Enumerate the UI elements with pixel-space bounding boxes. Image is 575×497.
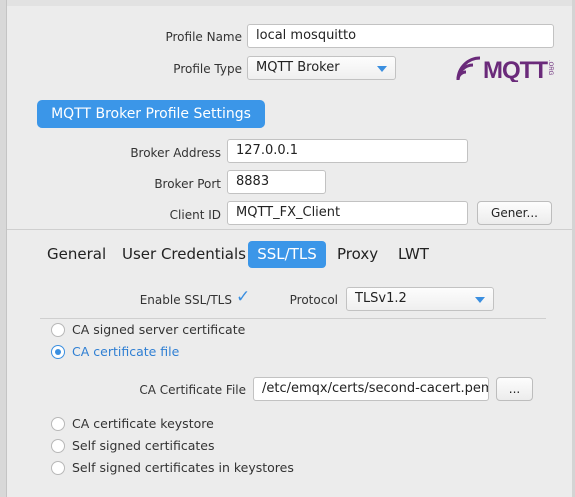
broker-port-input[interactable]: 8883	[227, 170, 326, 194]
broker-address-input[interactable]: 127.0.0.1	[227, 139, 468, 163]
divider	[40, 318, 546, 319]
radio-self-signed-certificates[interactable]	[51, 439, 65, 453]
profile-name-input[interactable]: local mosquitto	[247, 24, 554, 48]
chevron-down-icon	[377, 66, 387, 72]
mqtt-logo: MQTT .ORG	[456, 56, 553, 82]
profile-type-label: Profile Type	[173, 62, 242, 76]
radio-ca-certificate-keystore[interactable]	[51, 417, 65, 431]
client-id-input[interactable]: MQTT_FX_Client	[227, 201, 468, 225]
radio-label: CA certificate keystore	[72, 416, 214, 431]
profile-type-select[interactable]: MQTT Broker	[247, 56, 396, 80]
radio-ca-signed-server[interactable]	[51, 323, 65, 337]
tab-proxy[interactable]: Proxy	[337, 241, 378, 268]
radio-label: CA certificate file	[72, 344, 180, 359]
protocol-label: Protocol	[289, 293, 338, 307]
browse-button[interactable]: ...	[496, 377, 533, 401]
protocol-value: TLSv1.2	[355, 291, 407, 306]
chevron-down-icon	[475, 297, 485, 303]
tab-lwt[interactable]: LWT	[398, 241, 429, 268]
logo-text: MQTT	[483, 57, 548, 82]
divider	[7, 229, 572, 230]
enable-ssl-label: Enable SSL/TLS	[139, 293, 232, 307]
window-left-edge	[0, 0, 7, 497]
radio-self-signed-keystores[interactable]	[51, 461, 65, 475]
radio-label: Self signed certificates	[72, 438, 215, 453]
ca-certificate-file-label: CA Certificate File	[139, 383, 246, 397]
profile-type-value: MQTT Broker	[256, 60, 340, 75]
broker-port-label: Broker Port	[154, 177, 221, 191]
logo-subtext: .ORG	[547, 60, 553, 76]
radio-label: Self signed certificates in keystores	[72, 460, 294, 475]
window-top-edge	[0, 0, 575, 6]
ca-certificate-file-input[interactable]: /etc/emqx/certs/second-cacert.pem	[253, 377, 489, 401]
client-id-label: Client ID	[169, 208, 221, 222]
tab-ssl-tls[interactable]: SSL/TLS	[248, 241, 326, 268]
profile-name-label: Profile Name	[165, 30, 242, 44]
radio-label: CA signed server certificate	[72, 322, 246, 337]
protocol-select[interactable]: TLSv1.2	[346, 287, 494, 311]
broker-settings-title: MQTT Broker Profile Settings	[37, 100, 265, 128]
enable-ssl-checkbox[interactable]: ✓	[236, 287, 250, 307]
radio-ca-certificate-file[interactable]	[51, 345, 65, 359]
tab-user-credentials[interactable]: User Credentials	[122, 241, 246, 268]
generate-client-id-button[interactable]: Gener...	[477, 201, 552, 225]
tab-general[interactable]: General	[47, 241, 106, 268]
broker-address-label: Broker Address	[130, 146, 221, 160]
